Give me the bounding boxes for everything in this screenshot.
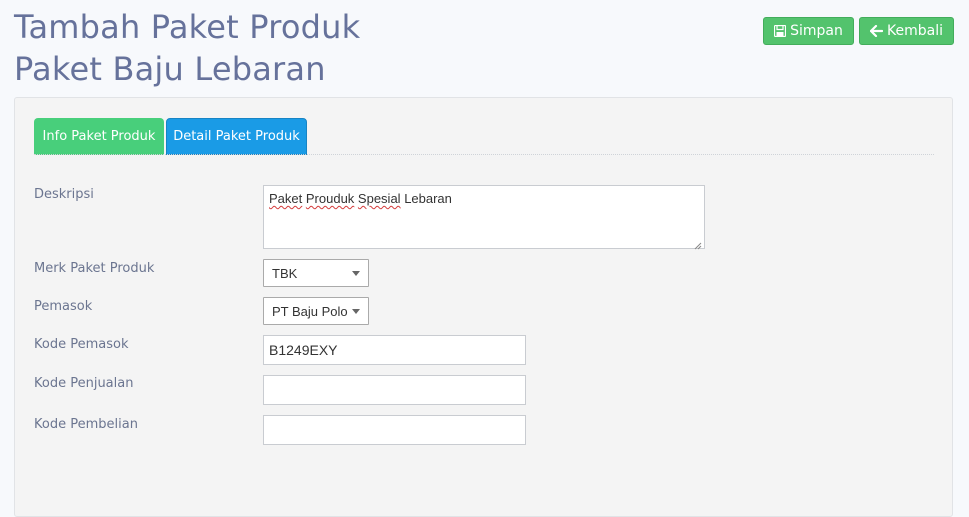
pemasok-value: PT Baju Polo xyxy=(272,303,348,319)
kode-pembelian-label: Kode Pembelian xyxy=(34,417,138,432)
kode-penjualan-label: Kode Penjualan xyxy=(34,376,134,391)
back-button[interactable]: Kembali xyxy=(859,17,954,45)
deskripsi-word: Paket xyxy=(269,191,303,206)
kode-pemasok-label: Kode Pemasok xyxy=(34,337,129,352)
chevron-down-icon xyxy=(352,270,360,276)
page-subtitle: Paket Baju Lebaran xyxy=(14,50,326,88)
arrow-left-icon xyxy=(870,25,883,37)
deskripsi-word: Prouduk xyxy=(305,191,355,206)
merk-label: Merk Paket Produk xyxy=(34,261,155,276)
tab-info-paket-produk[interactable]: Info Paket Produk xyxy=(34,118,164,155)
kode-pemasok-value: B1249EXY xyxy=(269,342,338,358)
merk-value: TBK xyxy=(272,265,298,281)
kode-penjualan-input[interactable] xyxy=(263,375,526,405)
back-button-label: Kembali xyxy=(887,23,943,39)
form-panel: Info Paket Produk Detail Paket Produk De… xyxy=(14,97,953,517)
chevron-down-icon xyxy=(352,308,360,314)
save-button-label: Simpan xyxy=(790,23,843,39)
page-title: Tambah Paket Produk Paket Baju Lebaran xyxy=(14,6,360,90)
tab-label: Detail Paket Produk xyxy=(173,129,300,144)
pemasok-label: Pemasok xyxy=(34,299,93,314)
deskripsi-word: Spesial xyxy=(357,191,401,206)
deskripsi-text: Paket Prouduk Spesial Lebaran xyxy=(269,191,699,207)
tab-detail-paket-produk[interactable]: Detail Paket Produk xyxy=(166,118,307,155)
kode-pemasok-input[interactable]: B1249EXY xyxy=(263,335,526,365)
tab-divider xyxy=(34,154,934,155)
deskripsi-textarea[interactable]: Paket Prouduk Spesial Lebaran xyxy=(263,185,705,250)
deskripsi-label: Deskripsi xyxy=(34,187,94,202)
floppy-disk-icon xyxy=(774,25,787,37)
save-button[interactable]: Simpan xyxy=(763,17,854,45)
merk-select[interactable]: TBK xyxy=(263,259,369,287)
page-title-line1: Tambah Paket Produk xyxy=(14,8,361,46)
pemasok-select[interactable]: PT Baju Polo xyxy=(263,297,369,325)
tab-label: Info Paket Produk xyxy=(42,129,156,144)
deskripsi-word: Lebaran xyxy=(404,191,452,206)
resize-handle-icon[interactable] xyxy=(694,238,702,250)
kode-pembelian-input[interactable] xyxy=(263,415,526,445)
